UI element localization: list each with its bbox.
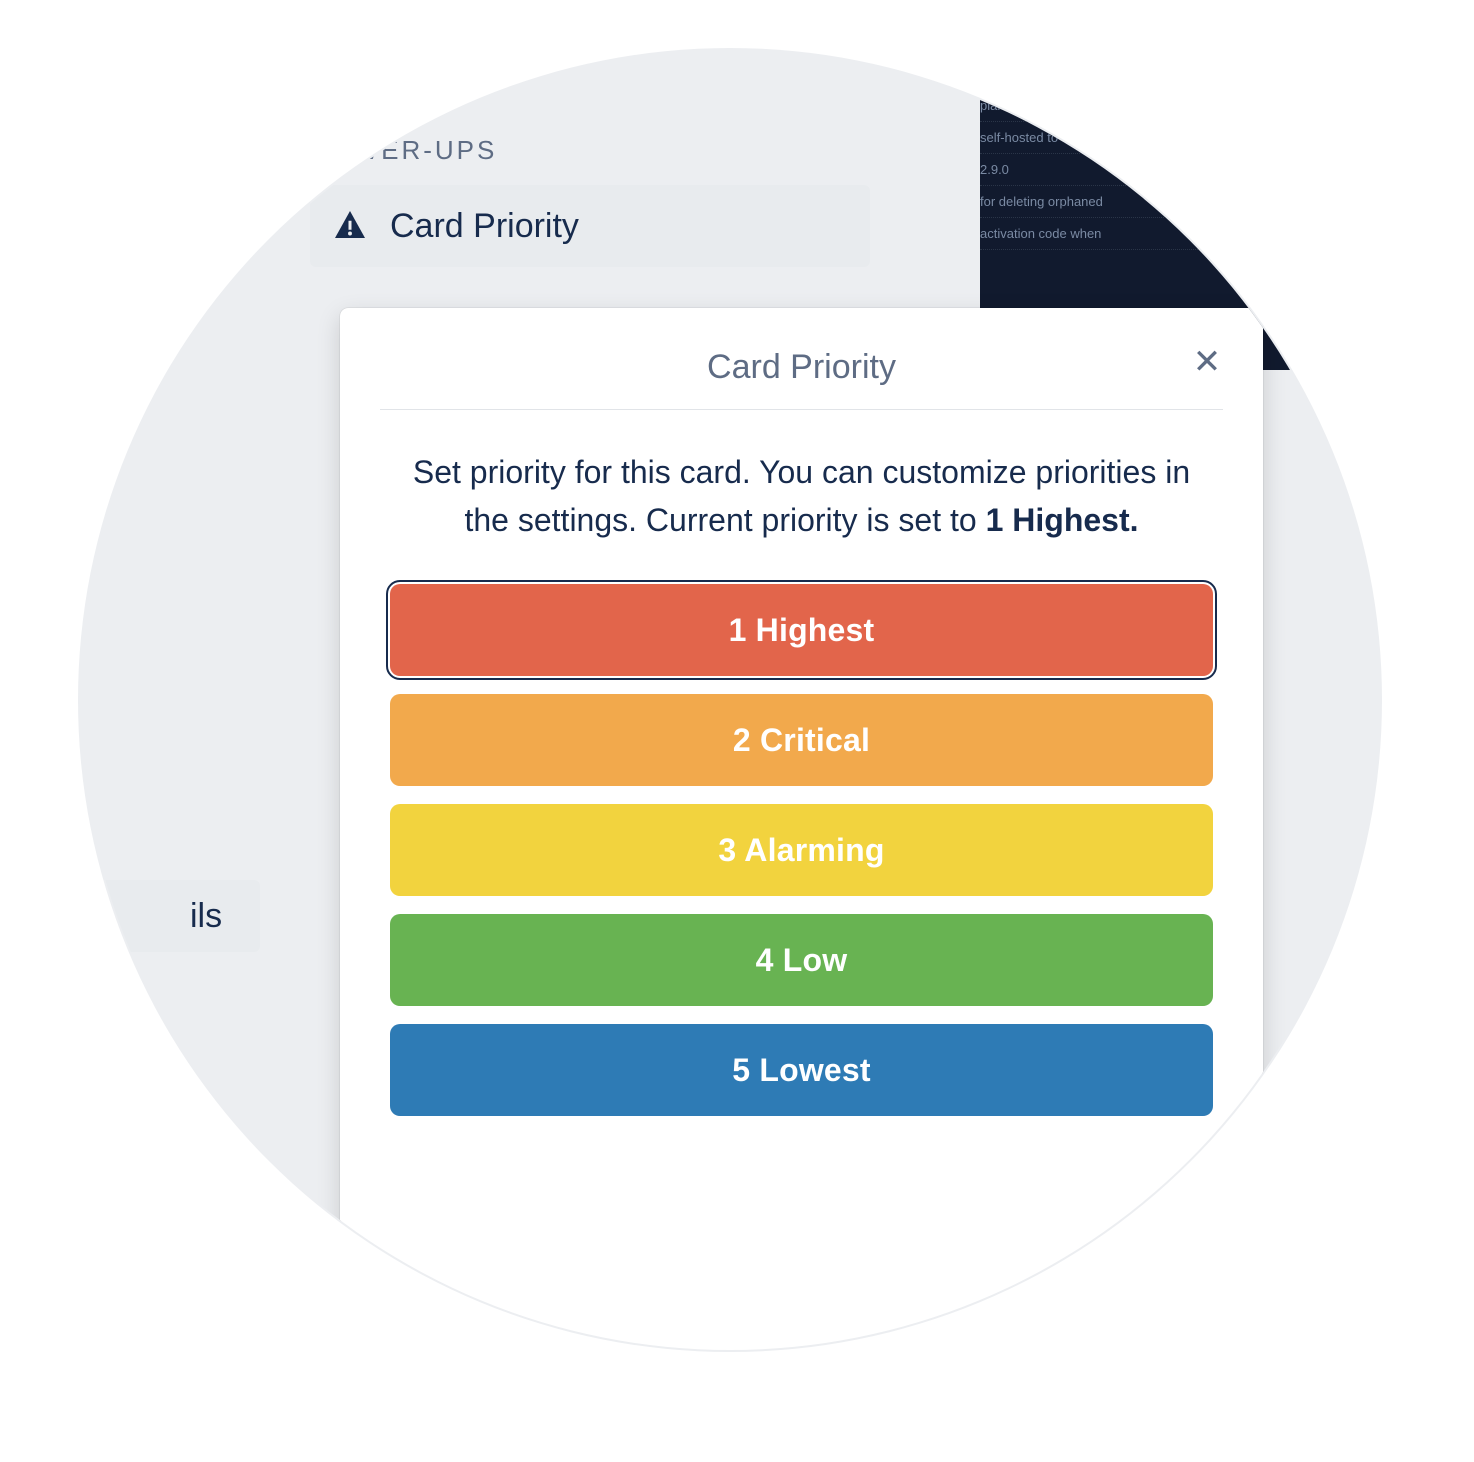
bg-item-time: 20d 5h bbox=[1306, 226, 1340, 241]
card-priority-powerup-button[interactable]: Card Priority bbox=[310, 185, 870, 267]
bg-item-text: activation code when bbox=[980, 226, 1101, 241]
current-priority-label: 1 Highest. bbox=[986, 502, 1139, 538]
close-icon: ✕ bbox=[1193, 343, 1222, 381]
circular-viewport: planned vs done20d 14hself-hosted to Scr… bbox=[80, 50, 1380, 1350]
background-list-item: for deleting orphaned 20d 5h bbox=[980, 186, 1340, 218]
close-button[interactable]: ✕ bbox=[1187, 342, 1227, 382]
bg-item-text: 2.9.0 bbox=[980, 162, 1009, 177]
priority-button-1[interactable]: 1 Highest bbox=[390, 584, 1213, 676]
popup-title: Card Priority bbox=[380, 348, 1223, 387]
background-list-item: 2.9.0 20d 5h bbox=[980, 154, 1340, 186]
background-list-item: self-hosted to Screenful 20d 14h bbox=[980, 122, 1340, 154]
popup-description: Set priority for this card. You can cust… bbox=[410, 448, 1193, 544]
bg-item-time: 20d 5h bbox=[1306, 194, 1340, 209]
background-list-item: planned vs done 20d 14h bbox=[980, 90, 1340, 122]
partial-side-label: ils bbox=[190, 897, 222, 936]
bg-item-time: 20d 14h bbox=[1300, 130, 1340, 145]
bg-item-time: 20d 5h bbox=[1306, 162, 1340, 177]
priority-list: 1 Highest 2 Critical 3 Alarming 4 Low 5 Lowe… bbox=[380, 584, 1223, 1116]
popup-header: Card Priority ✕ bbox=[380, 338, 1223, 410]
priority-button-4[interactable]: 4 Low bbox=[390, 914, 1213, 1006]
priority-button-3[interactable]: 3 Alarming bbox=[390, 804, 1213, 896]
warning-icon bbox=[330, 208, 370, 244]
partial-side-button[interactable]: ils bbox=[80, 880, 260, 952]
background-list-item: activation code when 20d 5h bbox=[980, 218, 1340, 250]
bg-item-text: for deleting orphaned bbox=[980, 194, 1103, 209]
bg-item-text: planned vs done bbox=[980, 98, 1075, 113]
priority-button-2[interactable]: 2 Critical bbox=[390, 694, 1213, 786]
background-list: planned vs done20d 14hself-hosted to Scr… bbox=[980, 90, 1340, 250]
bg-item-text: self-hosted to Screenful bbox=[980, 130, 1117, 145]
powerup-label: Card Priority bbox=[390, 207, 579, 246]
card-priority-popup: Card Priority ✕ Set priority for this ca… bbox=[340, 308, 1263, 1350]
content-area: planned vs done20d 14hself-hosted to Scr… bbox=[80, 50, 1380, 1350]
power-ups-heading: POWER-UPS bbox=[310, 135, 497, 166]
priority-button-5[interactable]: 5 Lowest bbox=[390, 1024, 1213, 1116]
bg-item-time: 20d 14h bbox=[1300, 98, 1340, 113]
